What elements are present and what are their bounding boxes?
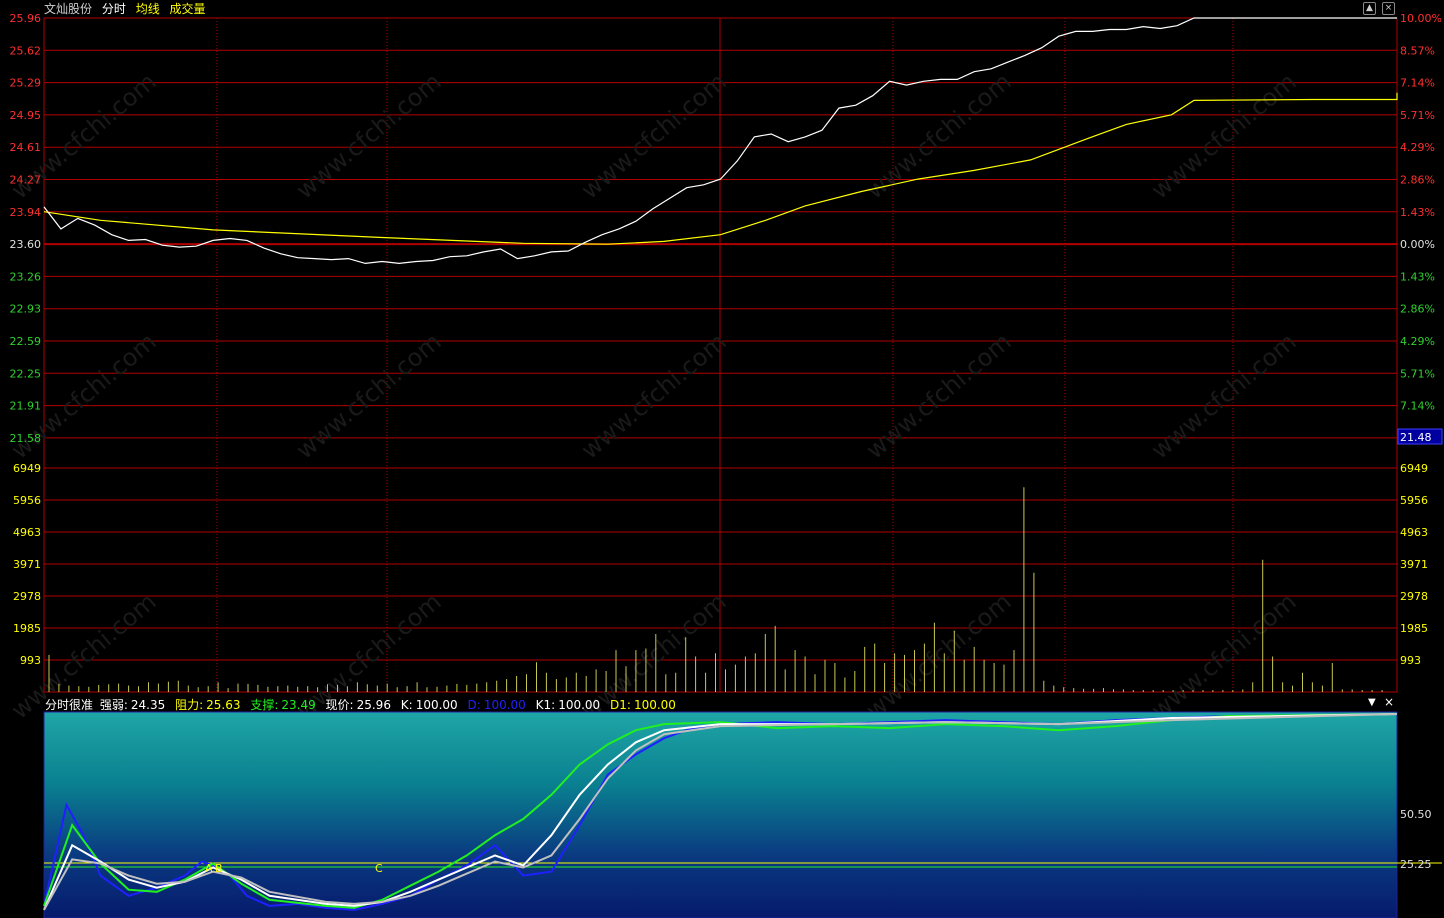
- percent-tick-label: 5.71%: [1400, 367, 1435, 380]
- flag-c: C: [375, 862, 383, 875]
- price-right-axis: 10.00% 8.57% 7.14% 5.71% 4.29% 2.86% 1.43% 0.00…: [1400, 12, 1442, 445]
- indicator-header: 分时很准 强弱: 24.35 阻力: 25.63 支撑: 23.49 现价: 25.96…: [45, 696, 679, 713]
- percent-tick-label: 2.86%: [1400, 303, 1435, 316]
- price-tick-label: 25.62: [10, 44, 42, 57]
- indicator-tick-label: 25.25: [1400, 858, 1432, 871]
- watermark-text: www.cfchi.com: [291, 327, 447, 464]
- percent-tick-label: 1.43%: [1400, 270, 1435, 283]
- flag-a: A: [205, 862, 213, 875]
- price-tick-label: 22.93: [10, 303, 42, 316]
- price-tick-label: 24.61: [10, 141, 42, 154]
- watermark-text: www.cfchi.com: [291, 67, 447, 204]
- volume-tick-label: 6949: [1400, 462, 1428, 475]
- volume-tick-label: 2978: [13, 590, 41, 603]
- price-tick-label: 23.60: [10, 238, 42, 251]
- watermark-text: www.cfchi.com: [576, 67, 732, 204]
- k-label: K:: [400, 698, 413, 712]
- volume-tick-label: 1985: [1400, 622, 1428, 635]
- volume-tick-label: 1985: [13, 622, 41, 635]
- resistance-label: 阻力:: [175, 698, 204, 712]
- indicator-tick-label: 50.50: [1400, 808, 1432, 821]
- price-left-axis: 25.96 25.62 25.29 24.95 24.61 24.27 23.94 23.60…: [10, 12, 42, 445]
- tab-volume[interactable]: 成交量: [170, 2, 206, 16]
- price-tick-label: 21.91: [10, 400, 42, 413]
- volume-tick-label: 4963: [1400, 526, 1428, 539]
- indicator-name: 分时很准: [45, 698, 94, 712]
- price-tick-label: 22.25: [10, 367, 42, 380]
- price-tick-label: 21.58: [10, 432, 42, 445]
- volume-tick-label: 5956: [13, 494, 41, 507]
- volume-bars-layer: [48, 487, 1383, 692]
- percent-tick-label: 7.14%: [1400, 77, 1435, 90]
- support-value: 23.49: [281, 698, 316, 712]
- d1-value: 100.00: [633, 698, 676, 712]
- volume-tick-label: 6949: [13, 462, 41, 475]
- percent-tick-label: 10.00%: [1400, 12, 1442, 25]
- watermark-text: www.cfchi.com: [861, 67, 1017, 204]
- support-label: 支撑:: [250, 698, 279, 712]
- close-indicator-icon[interactable]: ×: [1384, 695, 1394, 709]
- dropdown-icon[interactable]: ▼: [1368, 697, 1376, 708]
- percent-tick-label: 8.57%: [1400, 44, 1435, 57]
- volume-tick-label: 4963: [13, 526, 41, 539]
- marker-label: 21.48: [1400, 431, 1432, 444]
- price-tick-label: 22.59: [10, 335, 42, 348]
- k-value: 100.00: [415, 698, 458, 712]
- volume-tick-label: 5956: [1400, 494, 1428, 507]
- percent-tick-label: 4.29%: [1400, 141, 1435, 154]
- price-tick-label: 23.26: [10, 270, 42, 283]
- strength-label: 强弱:: [99, 698, 128, 712]
- percent-tick-label: 5.71%: [1400, 109, 1435, 122]
- watermark-text: www.cfchi.com: [1146, 587, 1302, 724]
- watermark: www.cfchi.com www.cfchi.com www.cfchi.com w…: [6, 67, 1302, 724]
- indicator-panel: 50.50 25.25 A B C: [43, 711, 1442, 918]
- k1-label: K1:: [535, 698, 556, 712]
- chart-svg: www.cfchi.com www.cfchi.com www.cfchi.com w…: [6, 12, 1443, 918]
- tab-minute[interactable]: 分时: [102, 2, 126, 16]
- k1-value: 100.00: [558, 698, 601, 712]
- percent-tick-label: 7.14%: [1400, 400, 1435, 413]
- percent-tick-label: 4.29%: [1400, 335, 1435, 348]
- watermark-text: www.cfchi.com: [576, 327, 732, 464]
- close-icon[interactable]: ×: [1382, 2, 1395, 15]
- current-price-marker: 21.48: [1397, 428, 1443, 445]
- volume-tick-label: 993: [1400, 654, 1421, 667]
- percent-tick-label: 1.43%: [1400, 206, 1435, 219]
- price-tick-label: 23.94: [10, 206, 42, 219]
- price-value: 25.96: [356, 698, 391, 712]
- chart-header: 文灿股份 分时 均线 成交量: [44, 0, 212, 17]
- watermark-text: www.cfchi.com: [1146, 327, 1302, 464]
- watermark-text: www.cfchi.com: [861, 327, 1017, 464]
- resistance-value: 25.63: [206, 698, 241, 712]
- strength-value: 24.35: [130, 698, 166, 712]
- watermark-text: www.cfchi.com: [861, 587, 1017, 724]
- percent-tick-label: 2.86%: [1400, 174, 1435, 187]
- expand-icon[interactable]: ▲: [1363, 2, 1376, 15]
- flag-b: B: [215, 862, 223, 875]
- percent-tick-label: 0.00%: [1400, 238, 1435, 251]
- price-tick-label: 24.95: [10, 109, 42, 122]
- d-label: D:: [467, 698, 481, 712]
- stock-name: 文灿股份: [44, 2, 93, 16]
- price-label: 现价:: [325, 698, 354, 712]
- volume-tick-label: 3971: [13, 558, 41, 571]
- watermark-text: www.cfchi.com: [1146, 67, 1302, 204]
- volume-tick-label: 3971: [1400, 558, 1428, 571]
- d1-label: D1:: [610, 698, 631, 712]
- price-tick-label: 24.27: [10, 174, 42, 187]
- price-tick-label: 25.96: [10, 12, 42, 25]
- volume-tick-label: 2978: [1400, 590, 1428, 603]
- volume-tick-label: 993: [20, 654, 41, 667]
- tab-avg-line[interactable]: 均线: [136, 2, 160, 16]
- d-value: 100.00: [483, 698, 526, 712]
- price-tick-label: 25.29: [10, 77, 42, 90]
